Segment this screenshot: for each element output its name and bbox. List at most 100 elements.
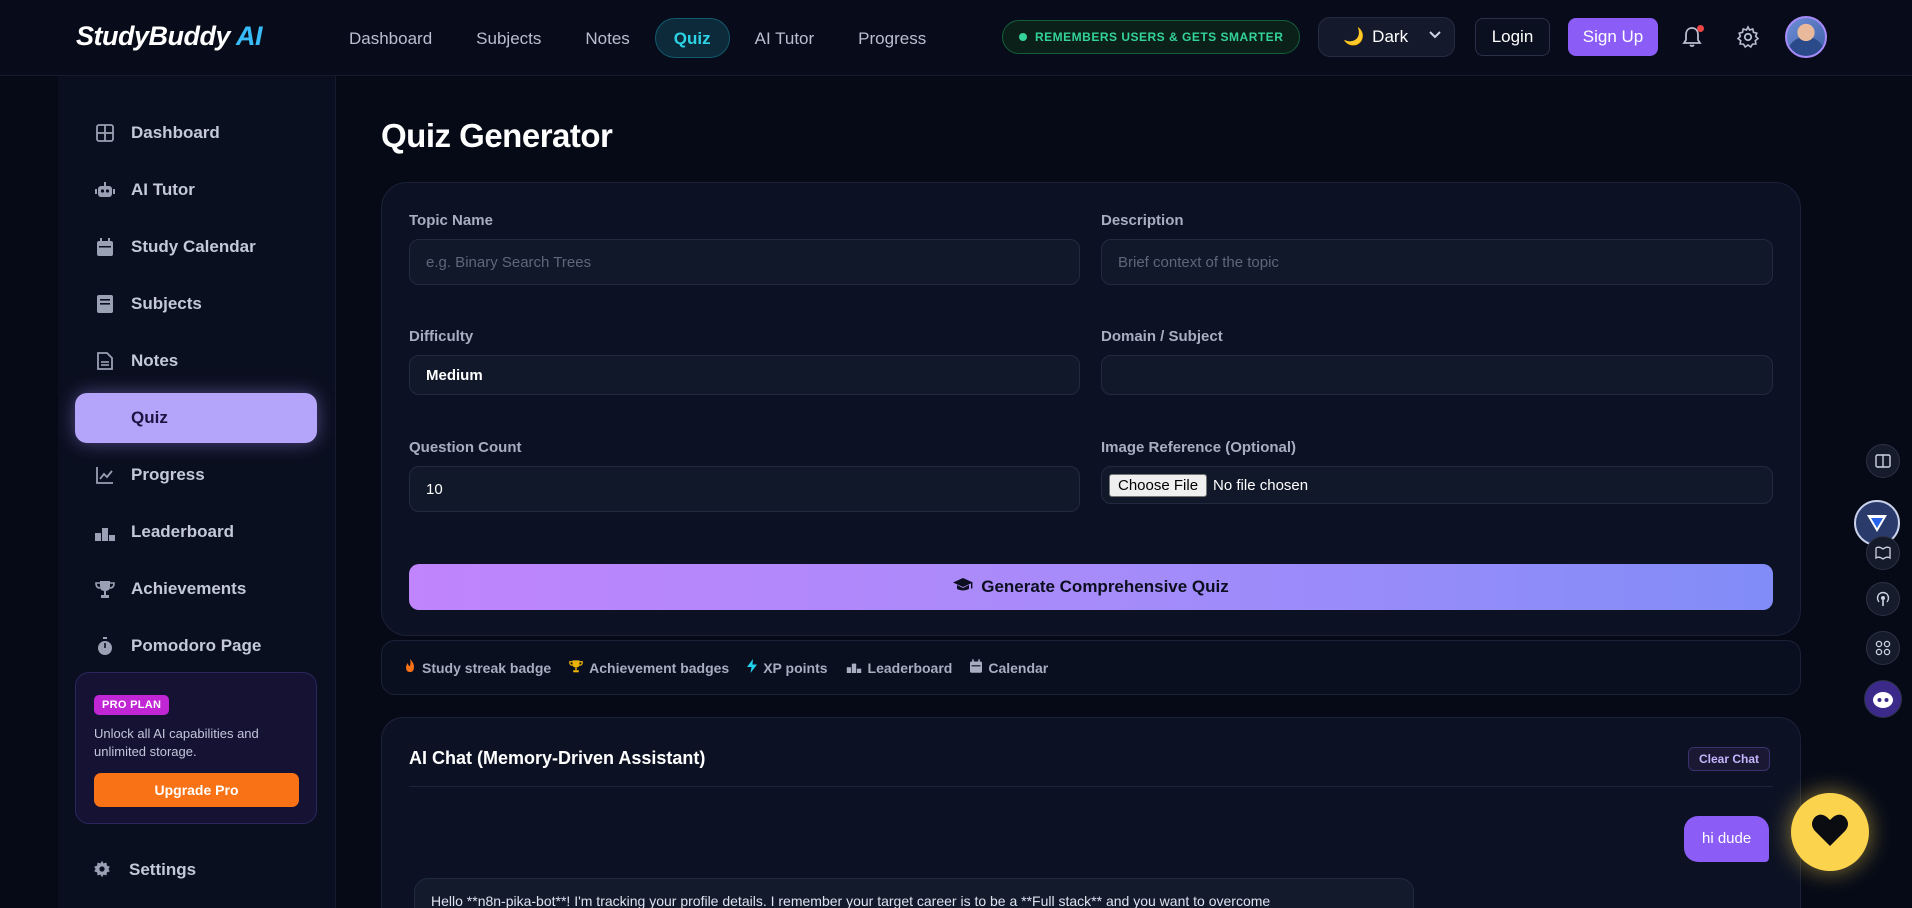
dashboard-icon (95, 123, 115, 143)
moon-icon: 🌙 (1343, 27, 1365, 46)
quiz-form-card: Topic Name e.g. Binary Search Trees Desc… (381, 182, 1801, 636)
top-navbar: StudyBuddy AI Dashboard Subjects Notes Q… (0, 0, 1912, 76)
nav-progress[interactable]: Progress (839, 18, 945, 58)
theme-selected-value: Dark (1372, 27, 1409, 46)
sidebar-item-label: Settings (129, 860, 197, 879)
login-button[interactable]: Login (1475, 18, 1550, 56)
reader-icon[interactable] (1866, 444, 1900, 478)
user-message-bubble: hi dude (1684, 816, 1770, 862)
sidebar-item-subjects[interactable]: Subjects (75, 279, 317, 329)
assistant-bot-icon[interactable] (1864, 680, 1902, 718)
sidebar-item-quiz[interactable]: Quiz (75, 393, 317, 443)
page-title: Quiz Generator (381, 117, 613, 154)
badge-study-streak: Study streak badge (404, 659, 551, 676)
nav-quiz[interactable]: Quiz (654, 18, 730, 58)
nav-dashboard[interactable]: Dashboard (330, 18, 451, 58)
badge-label: Study streak badge (422, 659, 552, 676)
sidebar-item-label: Pomodoro Page (131, 636, 262, 655)
logo-main-text: StudyBuddy (76, 21, 231, 51)
calendar-icon (95, 237, 115, 257)
podium-icon (95, 522, 115, 542)
heart-icon (1811, 813, 1849, 852)
sidebar-item-leaderboard[interactable]: Leaderboard (75, 507, 317, 557)
badge-label: XP points (763, 659, 828, 676)
badge-label: Leaderboard (867, 659, 953, 676)
sidebar-item-label: Achievements (131, 579, 247, 598)
quiz-icon (95, 408, 115, 428)
book-icon[interactable] (1866, 536, 1900, 570)
apps-icon[interactable] (1866, 631, 1900, 665)
gear-icon (93, 860, 113, 880)
logo-accent-text: AI (236, 21, 263, 51)
ai-chat-card: AI Chat (Memory-Driven Assistant) Clear … (381, 717, 1801, 908)
sidebar-item-progress[interactable]: Progress (75, 450, 317, 500)
gamification-badges-bar: Study streak badge Achievement badges XP… (381, 640, 1801, 695)
badge-achievement: Achievement badges (569, 659, 729, 676)
sidebar-item-label: Progress (131, 465, 205, 484)
heart-fab-button[interactable] (1791, 793, 1869, 871)
chat-divider (409, 786, 1773, 787)
pro-plan-badge: PRO PLAN (94, 695, 170, 715)
sidebar-item-pomodoro[interactable]: Pomodoro Page (75, 621, 317, 671)
app-logo[interactable]: StudyBuddy AI (76, 19, 263, 53)
user-avatar[interactable] (1785, 16, 1827, 58)
nav-ai-tutor[interactable]: AI Tutor (736, 18, 834, 58)
status-dot-icon (1019, 33, 1027, 41)
sidebar-item-label: Notes (131, 351, 179, 370)
sidebar-item-ai-tutor[interactable]: AI Tutor (75, 165, 317, 215)
description-label: Description (1101, 212, 1184, 229)
question-count-label: Question Count (409, 439, 522, 456)
sidebar-item-settings[interactable]: Settings (93, 860, 196, 880)
sidebar-item-label: Leaderboard (131, 522, 234, 541)
choose-file-button[interactable]: Choose File (1109, 473, 1208, 497)
sidebar-item-dashboard[interactable]: Dashboard (75, 108, 317, 158)
podium-icon (846, 660, 862, 676)
theme-select[interactable]: 🌙 Dark (1318, 17, 1455, 57)
gear-icon[interactable] (1736, 25, 1760, 49)
trophy-icon (569, 659, 584, 676)
topic-label: Topic Name (409, 212, 493, 229)
signup-button[interactable]: Sign Up (1568, 18, 1658, 56)
lightning-icon (747, 659, 758, 676)
sidebar-item-achievements[interactable]: Achievements (75, 564, 317, 614)
sidebar-item-label: Dashboard (131, 123, 220, 142)
description-input[interactable]: Brief context of the topic (1101, 239, 1773, 285)
sidebar-item-label: Study Calendar (131, 237, 256, 256)
sidebar-item-label: AI Tutor (131, 180, 195, 199)
calendar-icon (970, 659, 983, 676)
clear-chat-button[interactable]: Clear Chat (1688, 747, 1771, 771)
sidebar: Dashboard AI Tutor Study Calendar Subjec… (58, 76, 336, 908)
question-count-input[interactable]: 10 (409, 466, 1080, 512)
domain-label: Domain / Subject (1101, 328, 1223, 345)
upgrade-pro-button[interactable]: Upgrade Pro (94, 773, 299, 807)
image-reference-label: Image Reference (Optional) (1101, 439, 1297, 456)
trophy-icon (95, 579, 115, 599)
domain-input[interactable] (1101, 355, 1773, 395)
badge-calendar: Calendar (970, 659, 1048, 676)
top-nav-links: Dashboard Subjects Notes Quiz AI Tutor P… (330, 18, 951, 58)
generate-quiz-label: Generate Comprehensive Quiz (981, 577, 1229, 596)
notification-dot (1697, 25, 1704, 32)
nav-subjects[interactable]: Subjects (457, 18, 560, 58)
difficulty-select[interactable]: Medium (409, 355, 1080, 395)
podcast-icon[interactable] (1866, 582, 1900, 616)
difficulty-label: Difficulty (409, 328, 474, 345)
assistant-message-bubble: Hello **n8n-pika-bot**! I'm tracking you… (414, 878, 1414, 908)
topic-input[interactable]: e.g. Binary Search Trees (409, 239, 1080, 285)
chevron-down-icon (1428, 27, 1442, 44)
badge-xp-points: XP points (747, 659, 828, 676)
generate-quiz-button[interactable]: Generate Comprehensive Quiz (409, 564, 1773, 610)
pro-plan-description: Unlock all AI capabilities and unlimited… (94, 726, 259, 759)
memory-status-badge: REMEMBERS USERS & GETS SMARTER (1002, 20, 1301, 54)
sidebar-item-notes[interactable]: Notes (75, 336, 317, 386)
bell-icon[interactable] (1680, 25, 1704, 49)
sidebar-item-study-calendar[interactable]: Study Calendar (75, 222, 317, 272)
image-file-input: Choose File No file chosen (1101, 466, 1773, 504)
nav-notes[interactable]: Notes (566, 18, 648, 58)
pro-plan-card: PRO PLAN Unlock all AI capabilities and … (75, 672, 317, 824)
badge-leaderboard: Leaderboard (846, 659, 953, 676)
memory-badge-text: REMEMBERS USERS & GETS SMARTER (1035, 30, 1284, 44)
fire-icon (404, 659, 416, 676)
badge-label: Calendar (988, 659, 1049, 676)
file-status-text: No file chosen (1213, 476, 1309, 494)
